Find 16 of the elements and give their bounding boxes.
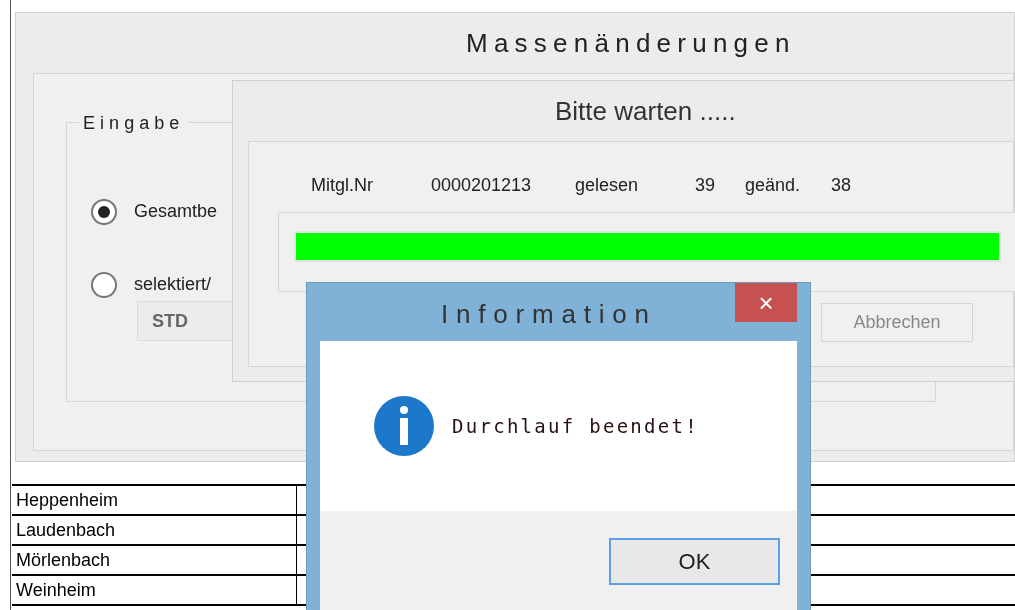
status-text: Mitgl.Nr <box>311 174 374 197</box>
table-cell: Heppenheim <box>12 486 297 514</box>
status-text: gelesen <box>575 174 640 197</box>
status-text: geänd. <box>745 174 802 197</box>
radio-label: selektiert/ <box>134 273 212 296</box>
table-cell: Laudenbach <box>12 516 297 544</box>
window-title: Massenänderungen <box>466 26 796 60</box>
window-title: Bitte warten ..... <box>555 94 736 128</box>
dialog-title: Information <box>441 298 657 331</box>
table-cell: Weinheim <box>12 576 297 604</box>
status-text: 38 <box>831 174 853 197</box>
message-text: Durchlauf beendet! <box>452 413 699 439</box>
status-text: 0000201213 <box>431 174 533 197</box>
status-text: 39 <box>695 174 717 197</box>
radio-label: Gesamtbe <box>134 200 218 223</box>
table-cell: Mörlenbach <box>12 546 297 574</box>
